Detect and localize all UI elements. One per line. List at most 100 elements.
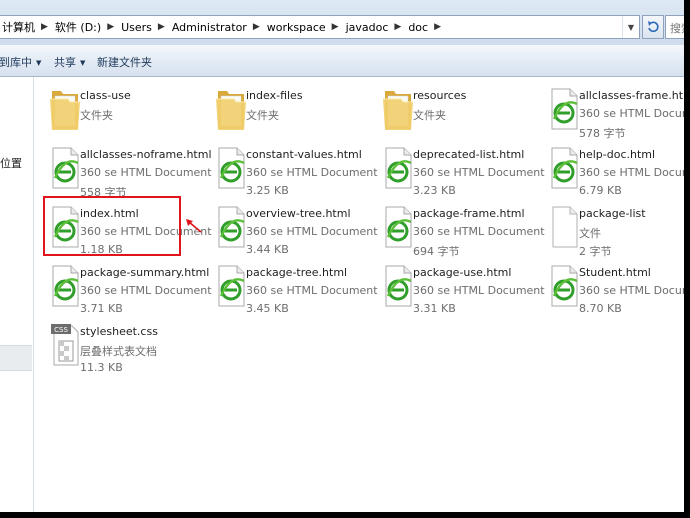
file-name: package-use.html (413, 266, 512, 279)
folder-icon (380, 85, 416, 133)
html-document-icon (47, 262, 83, 310)
file-item[interactable]: allclasses-frame.html 360 se HTML Documen… (546, 84, 684, 140)
new-folder-button[interactable]: 新建文件夹 (97, 54, 152, 70)
file-name: resources (413, 89, 467, 102)
file-size: 3.25 KB (246, 184, 289, 197)
explorer-window: 计算机 ▶ 软件 (D:) ▶ Users ▶ Administrator ▶ … (0, 0, 684, 512)
file-name: package-tree.html (246, 266, 348, 279)
breadcrumb-separator-icon[interactable]: ▶ (107, 22, 114, 32)
file-size: 3.23 KB (413, 184, 456, 197)
file-type: 360 se HTML Document (80, 166, 212, 179)
search-input[interactable]: 搜索 (665, 15, 684, 39)
file-size: 11.3 KB (80, 361, 123, 374)
address-bar[interactable]: 计算机 ▶ 软件 (D:) ▶ Users ▶ Administrator ▶ … (0, 15, 640, 39)
file-name: index-files (246, 89, 303, 102)
html-document-icon (380, 203, 416, 251)
file-name: stylesheet.css (80, 325, 158, 338)
breadcrumb-computer[interactable]: 计算机 (2, 19, 35, 35)
css-file-icon: CSS (47, 321, 83, 369)
file-type: 360 se HTML Document (246, 284, 378, 297)
refresh-icon (648, 21, 659, 33)
breadcrumb-separator-icon[interactable]: ▶ (394, 22, 401, 32)
file-type: 360 se HTML Document (246, 225, 378, 238)
breadcrumb-javadoc[interactable]: javadoc (346, 21, 389, 34)
file-name: package-summary.html (80, 266, 210, 279)
file-type: 360 se HTML Document (579, 166, 684, 179)
html-document-icon (213, 262, 249, 310)
file-item[interactable]: package-summary.html 360 se HTML Document… (47, 261, 212, 317)
file-name: Student.html (579, 266, 651, 279)
folder-icon (213, 85, 249, 133)
nav-selected-item[interactable] (0, 345, 32, 371)
refresh-button[interactable] (642, 15, 664, 39)
html-document-icon (213, 203, 249, 251)
breadcrumb-separator-icon[interactable]: ▶ (158, 22, 165, 32)
breadcrumb-users[interactable]: Users (121, 21, 152, 34)
breadcrumb-separator-icon[interactable]: ▶ (253, 22, 260, 32)
file-size: 6.79 KB (579, 184, 622, 197)
file-type: 360 se HTML Document (413, 284, 545, 297)
file-item[interactable]: class-use 文件夹 (47, 84, 207, 140)
file-type: 360 se HTML Document (579, 284, 684, 297)
file-item[interactable]: deprecated-list.html 360 se HTML Document… (380, 143, 545, 199)
file-name: allclasses-frame.html (579, 89, 684, 102)
address-history-dropdown-icon[interactable]: ▼ (622, 16, 639, 38)
file-item[interactable]: package-tree.html 360 se HTML Document 3.4… (213, 261, 378, 317)
breadcrumb-workspace[interactable]: workspace (267, 21, 326, 34)
breadcrumb-doc[interactable]: doc (408, 21, 428, 34)
file-name: constant-values.html (246, 148, 362, 161)
navigation-pane[interactable]: 位置 (0, 77, 34, 512)
nav-item-location[interactable]: 位置 (0, 155, 22, 171)
html-document-icon (380, 262, 416, 310)
file-item[interactable]: package-list 文件 2 字节 (546, 202, 684, 258)
file-name: package-list (579, 207, 646, 220)
html-document-icon (213, 144, 249, 192)
html-document-icon (546, 262, 582, 310)
file-item[interactable]: Student.html 360 se HTML Document 8.70 KB (546, 261, 684, 317)
include-in-library-button[interactable]: 到库中 ▼ (0, 54, 41, 70)
address-bar-area: 计算机 ▶ 软件 (D:) ▶ Users ▶ Administrator ▶ … (0, 0, 684, 45)
file-item[interactable]: CSS stylesheet.css 层叠样式表文档 11.3 KB (47, 320, 207, 376)
file-type: 360 se HTML Document (413, 225, 545, 238)
command-toolbar: 到库中 ▼ 共享 ▼ 新建文件夹 (0, 45, 684, 77)
file-item[interactable]: package-use.html 360 se HTML Document 3.31… (380, 261, 545, 317)
chevron-down-icon: ▼ (36, 59, 42, 67)
file-size: 2 字节 (579, 245, 612, 258)
file-item[interactable]: overview-tree.html 360 se HTML Document 3.… (213, 202, 378, 258)
folder-icon (47, 85, 83, 133)
file-type: 360 se HTML Document (579, 107, 684, 120)
file-type: 360 se HTML Document (80, 284, 212, 297)
file-name: class-use (80, 89, 131, 102)
file-name: help-doc.html (579, 148, 656, 161)
breadcrumb-separator-icon[interactable]: ▶ (434, 22, 441, 32)
file-size: 3.44 KB (246, 243, 289, 256)
include-in-library-label: 到库中 (0, 56, 32, 69)
svg-text:CSS: CSS (54, 326, 68, 334)
file-item[interactable]: allclasses-noframe.html 360 se HTML Docum… (47, 143, 212, 199)
file-name: allclasses-noframe.html (80, 148, 212, 161)
html-document-icon (380, 144, 416, 192)
share-button[interactable]: 共享 ▼ (54, 54, 85, 70)
annotation-highlight-box (43, 196, 181, 256)
file-name: package-frame.html (413, 207, 525, 220)
file-size: 3.31 KB (413, 302, 456, 315)
file-size: 578 字节 (579, 127, 626, 140)
breadcrumb-drive[interactable]: 软件 (D:) (55, 19, 101, 35)
file-type: 文件夹 (80, 109, 113, 122)
file-type: 360 se HTML Document (413, 166, 545, 179)
file-item[interactable]: package-frame.html 360 se HTML Document 69… (380, 202, 545, 258)
breadcrumb-administrator[interactable]: Administrator (172, 21, 247, 34)
file-name: overview-tree.html (246, 207, 351, 220)
annotation-arrow-icon (186, 219, 202, 233)
file-type: 文件夹 (413, 109, 446, 122)
file-size: 694 字节 (413, 245, 460, 258)
blank-file-icon (546, 203, 582, 251)
file-item[interactable]: index-files 文件夹 (213, 84, 373, 140)
breadcrumb-separator-icon[interactable]: ▶ (41, 22, 48, 32)
file-item[interactable]: constant-values.html 360 se HTML Document… (213, 143, 378, 199)
share-label: 共享 (54, 56, 76, 69)
file-item[interactable]: resources 文件夹 (380, 84, 540, 140)
file-type: 文件夹 (246, 109, 279, 122)
file-item[interactable]: help-doc.html 360 se HTML Document 6.79 KB (546, 143, 684, 199)
breadcrumb-separator-icon[interactable]: ▶ (332, 22, 339, 32)
